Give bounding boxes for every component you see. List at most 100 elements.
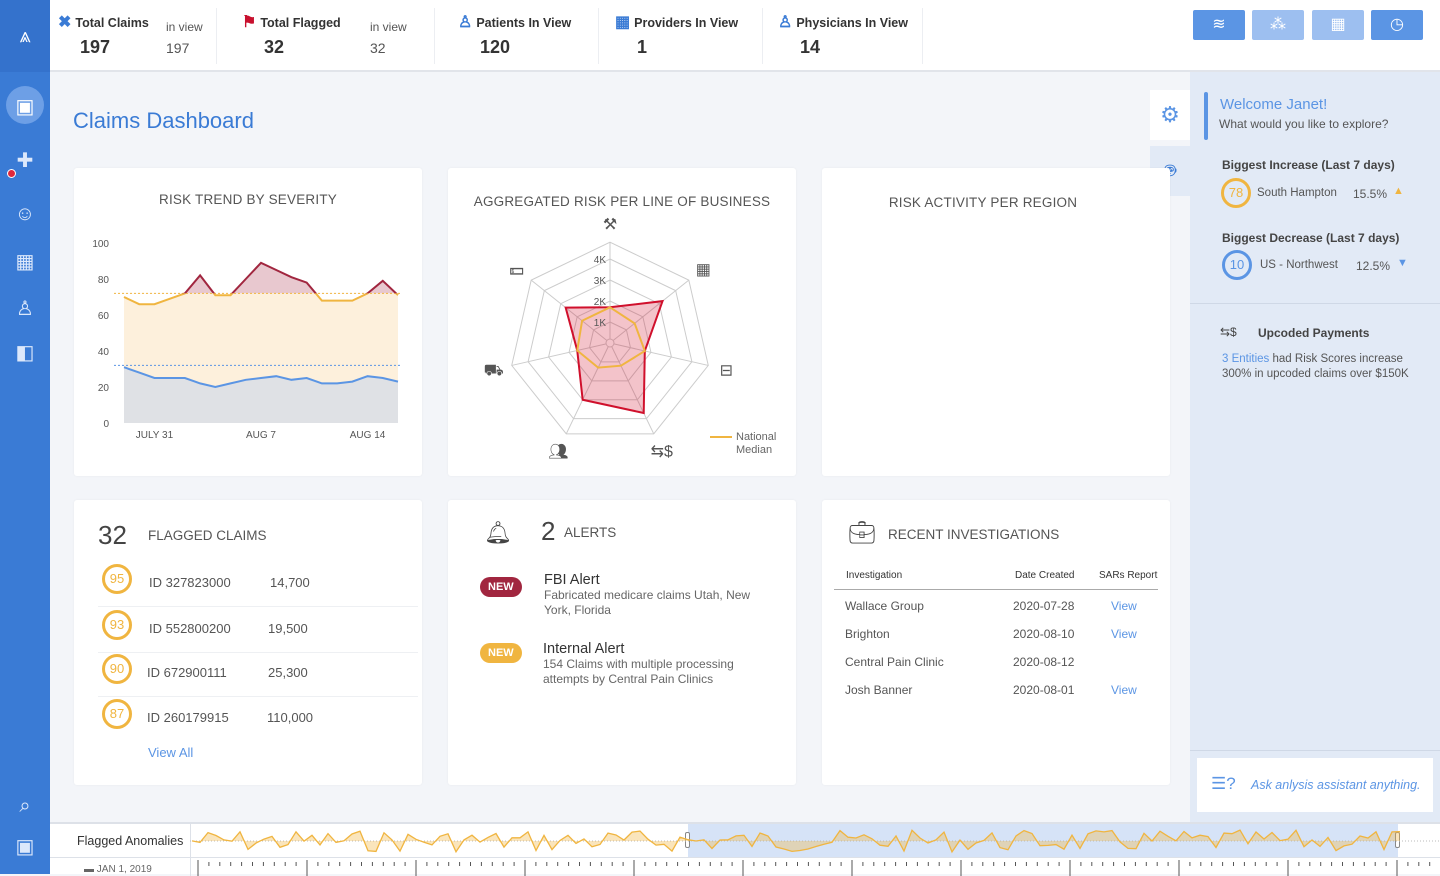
- sidebar: ⩓ ▣ ✚ ☺ ▦ ♙ ◧ ⌕ ▣: [0, 0, 50, 874]
- ring-label: 1K: [594, 318, 607, 329]
- building-icon: ▦: [696, 262, 711, 279]
- risk-score: 87: [102, 699, 132, 729]
- view-report-link[interactable]: View: [1111, 599, 1137, 613]
- upcoded-title: Upcoded Payments: [1258, 326, 1370, 340]
- investigation-row[interactable]: Brighton 2020-08-10 View: [845, 627, 1155, 647]
- anomaly-area: [192, 830, 1400, 852]
- region-cell[interactable]: +5: [952, 237, 1024, 314]
- dashboard-icon[interactable]: ▣: [0, 94, 50, 119]
- region-cell[interactable]: +3: [1068, 383, 1133, 448]
- page-title: Claims Dashboard: [73, 108, 254, 133]
- briefcase-icon: ⊟: [720, 363, 733, 380]
- stat-physicians[interactable]: ♙ Physicians In View 14: [778, 12, 908, 58]
- alert-content: Internal Alert 154 Claims with multiple …: [543, 641, 758, 687]
- search-icon[interactable]: ⌕: [0, 795, 50, 818]
- claim-id: ID 260179915: [147, 710, 229, 725]
- region-cell[interactable]: AUS: SYD: [842, 383, 970, 448]
- network-button[interactable]: ⁂: [1252, 10, 1304, 40]
- flagged-row[interactable]: 87 ID 260179915 110,000: [98, 697, 418, 742]
- view-report-link[interactable]: View: [1111, 683, 1137, 697]
- bandage-icon: ✖: [58, 14, 72, 31]
- stat-value: 32: [264, 37, 285, 57]
- stat-value: 14: [800, 37, 821, 57]
- timeline-label: Flagged Anomalies: [77, 834, 184, 848]
- view-all-link[interactable]: View All: [148, 745, 193, 760]
- accent-bar: [1204, 92, 1208, 140]
- person-icon: ♙: [458, 14, 473, 31]
- entities-link[interactable]: 3 Entities: [1222, 353, 1269, 365]
- upcoded-text-1: had Risk Scores increase: [1269, 353, 1403, 365]
- book-icon[interactable]: ◧: [0, 340, 50, 365]
- stat-label: Total Claims: [75, 16, 149, 30]
- calendar-icon: ▬: [84, 864, 94, 875]
- view-report-link[interactable]: View: [1111, 627, 1137, 641]
- region-cell[interactable]: UK: LDN: [842, 314, 1024, 383]
- risk-score: 78: [1221, 178, 1251, 208]
- investigation-row[interactable]: Central Pain Clinic 2020-08-12: [845, 655, 1155, 675]
- exchange-dollar-icon: ⇆$: [1220, 325, 1237, 339]
- flagged-row[interactable]: 93 ID 552800200 19,500: [98, 608, 418, 653]
- alerts-card: 🔔︎ 2 ALERTS NEW FBI Alert Fabricated med…: [448, 500, 796, 785]
- physician-icon: ♙: [778, 14, 793, 31]
- prompt-text: What would you like to explore?: [1219, 117, 1389, 131]
- assistant-input[interactable]: ☰? Ask anlysis assistant anything.: [1197, 758, 1433, 812]
- stat-total-flagged[interactable]: ⚑ Total Flagged 32: [242, 12, 341, 58]
- risk-score: 10: [1222, 250, 1252, 280]
- region-cell[interactable]: US: CA: [1024, 237, 1133, 314]
- stat-providers[interactable]: ▦ Providers In View 1: [615, 12, 738, 58]
- claim-amount: 14,700: [270, 575, 310, 590]
- clock-button[interactable]: ◷: [1371, 10, 1423, 40]
- clock-icon: ◷: [1390, 16, 1404, 33]
- welcome-text: Welcome Janet!: [1220, 96, 1328, 113]
- alert-content: FBI Alert Fabricated medicare claims Uta…: [544, 572, 764, 618]
- investigation-row[interactable]: Josh Banner 2020-08-01 View: [845, 683, 1155, 703]
- building-icon[interactable]: ▦: [0, 249, 50, 274]
- investigation-date: 2020-08-10: [1013, 627, 1075, 641]
- claim-id: ID 672900111: [147, 665, 227, 680]
- x-tick-label: AUG 14: [350, 430, 386, 441]
- divider: [1190, 303, 1440, 304]
- settings-button[interactable]: ⚙: [1150, 90, 1190, 140]
- claim-id: ID 327823000: [149, 575, 231, 590]
- flagged-row[interactable]: 90 ID 672900111 25,300: [98, 652, 418, 697]
- investigation-name: Central Pain Clinic: [845, 655, 944, 669]
- wifi-button[interactable]: ≋: [1193, 10, 1245, 40]
- exchange-dollar-icon: ⇆$: [651, 443, 673, 460]
- person-icon[interactable]: ☺: [0, 203, 50, 226]
- alert-item[interactable]: NEW: [480, 643, 522, 663]
- logo-icon[interactable]: ⩓: [0, 0, 50, 72]
- decrease-title: Biggest Decrease (Last 7 days): [1222, 231, 1400, 245]
- inview-label: in view: [370, 20, 407, 34]
- region-cell[interactable]: US: NYC: [970, 383, 1068, 448]
- robot-icon[interactable]: ▣: [0, 834, 50, 859]
- increase-title: Biggest Increase (Last 7 days): [1222, 158, 1395, 172]
- stat-total-claims[interactable]: ✖ Total Claims 197: [58, 12, 149, 58]
- briefcase-icon: 💼︎: [848, 520, 876, 545]
- divider: [922, 8, 923, 64]
- chat-question-icon: ☰?: [1211, 774, 1236, 793]
- physician-icon[interactable]: ♙: [0, 296, 50, 321]
- flagged-row[interactable]: 95 ID 327823000 14,700: [98, 562, 418, 607]
- y-tick-label: 100: [92, 239, 109, 250]
- date-label: JAN 1, 2019: [96, 864, 152, 875]
- column-header: SARs Report: [1099, 570, 1158, 581]
- y-tick-label: 0: [103, 419, 109, 430]
- stat-value: 1: [637, 37, 648, 57]
- claim-amount: 25,300: [268, 665, 308, 680]
- y-tick-label: 40: [98, 347, 110, 358]
- timeline-date[interactable]: ▬ JAN 1, 2019: [84, 864, 152, 875]
- column-header: Investigation: [846, 570, 903, 581]
- stat-patients[interactable]: ♙ Patients In View 120: [458, 12, 571, 58]
- alert-title: FBI Alert: [544, 572, 600, 588]
- region-cell[interactable]: SA: BR: [1024, 314, 1133, 383]
- region-name: US - Northwest: [1260, 259, 1338, 271]
- grid-button[interactable]: ▦: [1312, 10, 1364, 40]
- investigation-row[interactable]: Wallace Group 2020-07-28 View: [845, 599, 1155, 619]
- y-tick-label: 80: [98, 275, 110, 286]
- flagged-title: FLAGGED CLAIMS: [148, 528, 267, 543]
- flagged-count: 32: [98, 520, 127, 550]
- stat-value: 120: [480, 37, 511, 57]
- x-tick-label: JULY 31: [136, 430, 174, 441]
- region-cell[interactable]: US: TX: [842, 237, 952, 314]
- alert-item[interactable]: NEW: [480, 577, 522, 597]
